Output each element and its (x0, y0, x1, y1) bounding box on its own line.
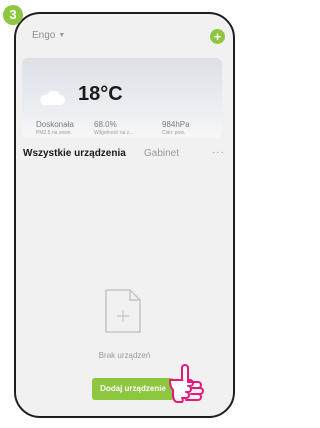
weather-item-value: 68.0% (94, 120, 117, 129)
chevron-down-icon: ▼ (58, 32, 66, 39)
more-options-icon[interactable]: ··· (212, 147, 225, 158)
top-bar: Engo ▼ + (18, 16, 231, 52)
cloud-icon (40, 91, 65, 105)
weather-item-label: Wilgotność na z... (94, 130, 134, 136)
weather-item-label: Ciśn. pow. (162, 130, 186, 136)
weather-item-humidity: 68.0% Wilgotność na z... (94, 120, 133, 136)
home-name: Engo (32, 30, 56, 41)
home-selector[interactable]: Engo ▼ (32, 30, 65, 41)
weather-item-label: PM2.5 na zewn. (36, 130, 72, 136)
temperature-value: 18°C (78, 83, 123, 105)
add-device-button[interactable]: Dodaj urządzenie (92, 378, 174, 400)
app-screen: Engo ▼ + 18°C Doskonała PM2.5 na zewn. 6… (18, 16, 231, 414)
weather-item-pressure: 984hPa Ciśn. pow. (162, 120, 190, 136)
step-number-badge: 3 (3, 5, 23, 25)
weather-item-value: Doskonała (36, 120, 74, 129)
tab-all-devices[interactable]: Wszystkie urządzenia (23, 148, 126, 159)
pointing-hand-icon (169, 364, 204, 403)
tab-gabinet[interactable]: Gabinet (144, 148, 179, 159)
weather-item-value: 984hPa (162, 120, 190, 129)
empty-state-text: Brak urządzeń (98, 351, 151, 360)
weather-item-air-quality: Doskonała PM2.5 na zewn. (36, 120, 74, 136)
empty-document-icon (105, 289, 141, 333)
phone-frame: Engo ▼ + 18°C Doskonała PM2.5 na zewn. 6… (14, 12, 235, 418)
weather-card[interactable]: 18°C Doskonała PM2.5 na zewn. 68.0% Wilg… (22, 58, 222, 138)
plus-circle-icon[interactable]: + (210, 29, 225, 44)
room-tabs: Wszystkie urządzenia Gabinet ··· (18, 147, 231, 164)
